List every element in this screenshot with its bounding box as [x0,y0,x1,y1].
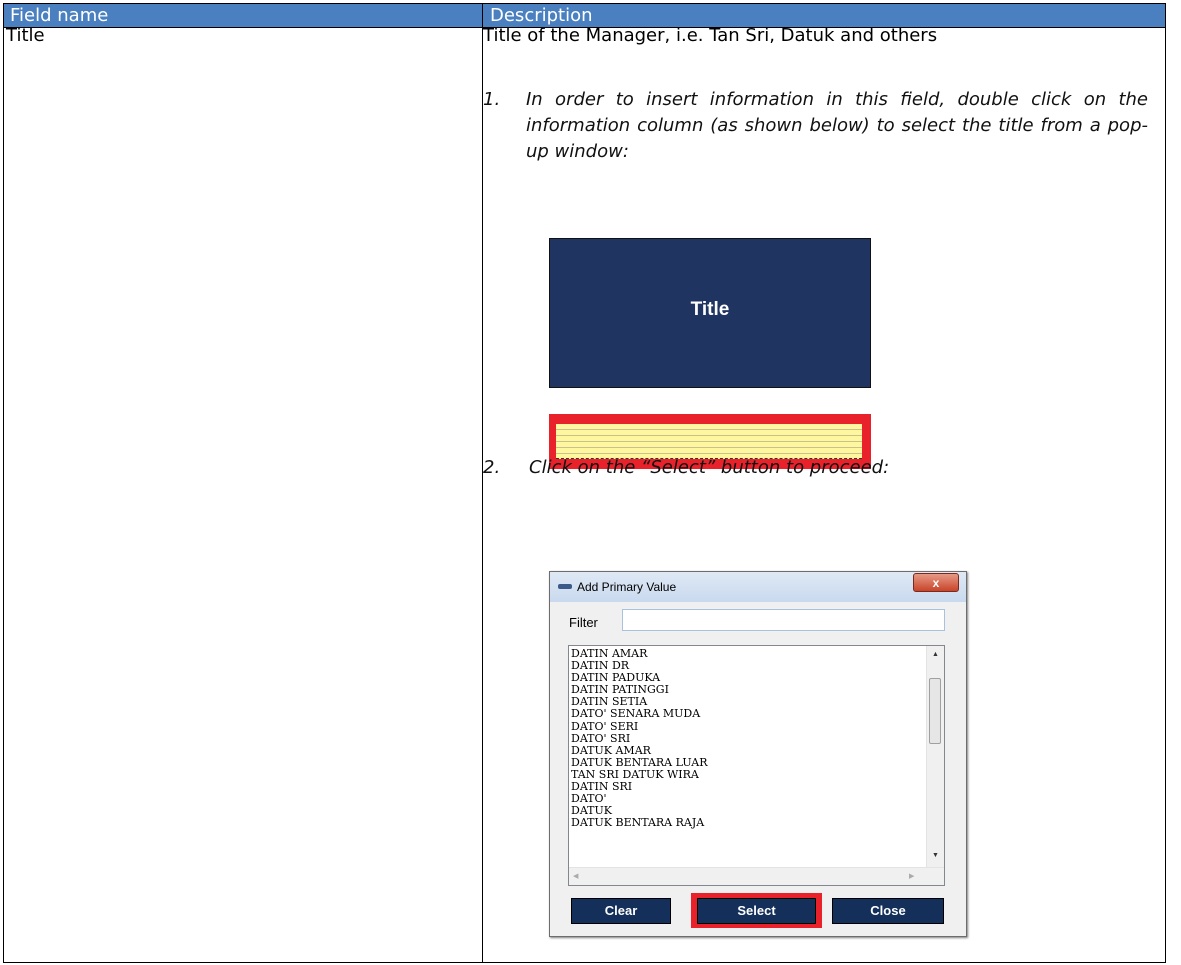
title-list-item[interactable]: DATUK BENTARA RAJA [571,817,708,829]
scroll-right-icon[interactable]: ▶ [909,872,914,880]
close-button[interactable]: Close [832,898,944,924]
title-list-item[interactable]: DATO' SERI [571,720,708,733]
scroll-left-icon[interactable]: ◀ [573,872,578,880]
add-primary-value-dialog: Add Primary Value x Filter DATIN AMAR DAT… [549,571,967,937]
title-list: DATIN AMAR DATIN DR DATIN PADUKA DATIN PATI… [571,647,708,829]
close-window-button[interactable]: x [913,573,959,592]
information-column-field[interactable] [556,424,862,459]
dialog-titlebar: Add Primary Value x [550,572,966,602]
clear-button[interactable]: Clear [571,898,671,924]
select-button[interactable]: Select [697,898,816,924]
description-cell: Title of the Manager, i.e. Tan Sri, Datu… [483,25,938,46]
step-text: In order to insert information in this f… [526,89,1148,162]
title-column-label: Title [690,299,730,320]
field-name-cell: Title [6,25,45,46]
scrollbar-thumb[interactable] [929,678,941,744]
step-number: 1. [483,89,501,110]
column-divider [482,4,483,962]
scroll-down-icon[interactable]: ▼ [932,852,939,859]
filter-input[interactable] [622,609,945,631]
app-icon [558,584,572,589]
filter-label: Filter [569,615,598,630]
scroll-up-icon[interactable]: ▲ [932,651,939,658]
title-list-item[interactable]: DATO' SENARA MUDA [571,708,708,720]
step-text: Click on the “Select” button to proceed: [529,457,890,478]
title-list-item[interactable]: DATO' SRI [571,732,708,745]
dialog-title: Add Primary Value [577,580,677,594]
title-listbox[interactable]: DATIN AMAR DATIN DR DATIN PADUKA DATIN PATI… [568,645,945,886]
horizontal-scrollbar[interactable]: ◀ ▶ [569,867,944,885]
header-field-name: Field name [10,5,109,26]
step-number: 2. [483,457,501,478]
title-column-header-screenshot: Title [549,238,871,388]
close-icon: x [932,576,940,590]
header-description: Description [490,5,593,26]
vertical-scrollbar[interactable]: ▲ ▼ [926,646,944,868]
